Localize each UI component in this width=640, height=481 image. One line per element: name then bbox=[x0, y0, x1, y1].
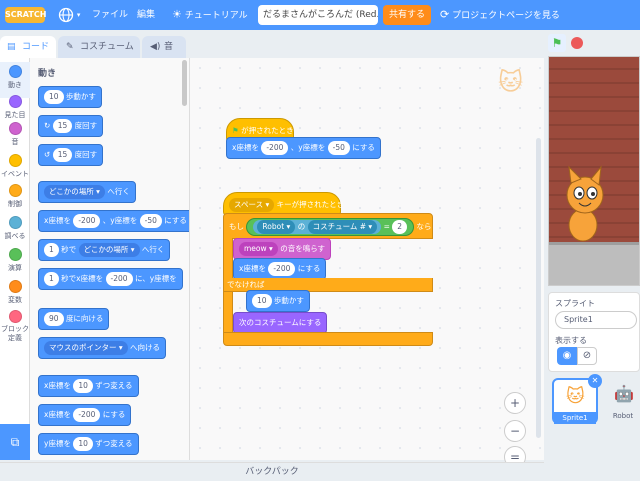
tutorial-menu[interactable]: ☀ チュートリアル bbox=[172, 0, 248, 30]
eye-icon: ◉ bbox=[562, 350, 572, 361]
green-flag-icon: ⚑ bbox=[551, 36, 563, 50]
zoom-in-button[interactable]: + bbox=[504, 392, 526, 414]
category-dot bbox=[8, 122, 22, 135]
sprite-thumb-sprite1[interactable]: 🐱 Sprite1 ✕ bbox=[552, 374, 602, 424]
sprite-watermark-icon: 🐱 bbox=[498, 68, 524, 96]
block-glide-to[interactable]: 1 秒で どこかの場所 ▾ へ行く bbox=[38, 239, 171, 261]
eye-slash-icon: ⊘ bbox=[582, 350, 592, 361]
sprite-thumb-robot[interactable]: 🤖 Robot bbox=[606, 378, 640, 424]
green-flag-button[interactable]: ⚑ bbox=[548, 34, 566, 52]
category-dot bbox=[8, 95, 22, 108]
block-glide-xy[interactable]: 1 秒でx座標を -200 に、y座標を bbox=[38, 268, 183, 290]
backpack-bar[interactable]: バックパック bbox=[0, 462, 544, 480]
block-change-x[interactable]: x座標を 10 ずつ変える bbox=[38, 375, 139, 397]
sprite-label: スプライト bbox=[555, 299, 595, 308]
trash-icon[interactable]: ✕ bbox=[588, 374, 602, 388]
condition-equals[interactable]: Robot ▾ の コスチューム # ▾ = 2 bbox=[246, 218, 415, 236]
sprite-info-panel: スプライト Sprite1 表示する ◉ ⊘ bbox=[548, 292, 640, 372]
category-dot bbox=[8, 154, 22, 167]
block-turn-right[interactable]: ↻ 15 度回す bbox=[38, 115, 104, 137]
block-set-x[interactable]: x座標を -200 にする bbox=[38, 404, 132, 426]
tab-code[interactable]: ▤ コード bbox=[0, 36, 56, 58]
sprite-thumb-label: Robot bbox=[612, 412, 634, 420]
brush-icon: ✎ bbox=[66, 42, 74, 52]
category-events[interactable]: イベント bbox=[0, 154, 30, 179]
category-motion[interactable]: 動き bbox=[0, 62, 30, 98]
category-variables[interactable]: 変数 bbox=[0, 280, 30, 305]
rotate-left-icon: ↺ bbox=[44, 150, 51, 159]
block-move-script[interactable]: 10 歩動かす bbox=[246, 290, 310, 312]
tutorial-label: チュートリアル bbox=[184, 11, 248, 21]
stop-button[interactable] bbox=[571, 37, 583, 49]
category-control[interactable]: 制御 bbox=[0, 184, 30, 209]
tab-costumes[interactable]: ✎ コスチューム bbox=[58, 36, 140, 58]
category-dot bbox=[8, 65, 22, 78]
block-goto[interactable]: どこかの場所 ▾ へ行く bbox=[38, 181, 136, 203]
palette-heading: 動き bbox=[38, 69, 57, 79]
tab-costumes-label: コスチューム bbox=[80, 42, 134, 52]
tab-sounds-label: 音 bbox=[164, 42, 174, 52]
lightbulb-icon: ☀ bbox=[172, 8, 182, 21]
sprite-thumb-label: Sprite1 bbox=[554, 412, 596, 424]
sprite-name-input[interactable]: Sprite1 bbox=[555, 311, 637, 329]
category-menu: 動き 見た目 音 イベント 制御 調べる 演算 変数 ブロック定義 bbox=[0, 58, 30, 424]
speaker-icon: ◀) bbox=[150, 42, 161, 52]
category-sound[interactable]: 音 bbox=[0, 122, 30, 147]
tab-code-label: コード bbox=[22, 42, 50, 52]
stage-header: ⚑ bbox=[544, 30, 640, 56]
category-operators[interactable]: 演算 bbox=[0, 248, 30, 273]
category-dot bbox=[8, 216, 22, 229]
category-my-blocks[interactable]: ブロック定義 bbox=[0, 310, 30, 343]
scratch-logo[interactable]: SCRATCH bbox=[5, 7, 46, 23]
category-dot bbox=[8, 184, 22, 197]
stage-backdrop bbox=[549, 57, 639, 285]
block-goto-xy-script[interactable]: x座標を -200 、y座標を -50 にする bbox=[226, 137, 381, 159]
extension-icon: ⧉ bbox=[10, 435, 20, 449]
sprite-list: 🐱 Sprite1 ✕ 🤖 Robot bbox=[548, 374, 640, 460]
script-scrollbar[interactable] bbox=[536, 138, 541, 438]
stage[interactable] bbox=[548, 56, 640, 286]
block-next-costume[interactable]: 次のコスチュームにする bbox=[233, 312, 328, 334]
share-button[interactable]: 共有する bbox=[383, 5, 431, 25]
category-dot bbox=[8, 310, 22, 323]
rotate-right-icon: ↻ bbox=[44, 121, 51, 130]
block-set-x-script[interactable]: x座標を -200 にする bbox=[233, 258, 327, 280]
add-extension-button[interactable]: ⧉ bbox=[0, 424, 30, 460]
category-dot bbox=[8, 280, 22, 293]
tab-sounds[interactable]: ◀) 音 bbox=[142, 36, 186, 58]
globe-icon[interactable]: ▾ bbox=[58, 0, 80, 30]
zoom-out-button[interactable]: − bbox=[504, 420, 526, 442]
file-menu[interactable]: ファイル bbox=[92, 0, 128, 30]
category-looks[interactable]: 見た目 bbox=[0, 95, 30, 120]
block-if-else[interactable]: もし Robot ▾ の コスチューム # ▾ = 2 なら bbox=[223, 213, 433, 239]
cat-thumb-icon: 🐱 bbox=[566, 386, 585, 407]
hide-sprite-button[interactable]: ⊘ bbox=[577, 347, 597, 365]
category-sensing[interactable]: 調べる bbox=[0, 216, 30, 241]
block-move-steps[interactable]: 10 歩動かす bbox=[38, 86, 102, 108]
if-else-bottom bbox=[223, 332, 433, 346]
block-goto-xy[interactable]: x座標を -200 、y座標を -50 にする bbox=[38, 210, 189, 232]
project-page-button[interactable]: ⟳ プロジェクトページを見る bbox=[440, 0, 560, 30]
robot-thumb-icon: 🤖 bbox=[614, 384, 634, 403]
block-play-sound[interactable]: meow ▾ の音を鳴らす bbox=[233, 238, 332, 260]
green-flag-icon: ⚑ bbox=[232, 126, 239, 135]
category-dot bbox=[8, 248, 22, 261]
edit-menu[interactable]: 編集 bbox=[137, 0, 155, 30]
sensing-of[interactable]: Robot ▾ の コスチューム # ▾ bbox=[253, 220, 382, 234]
block-point-towards[interactable]: マウスのポインター ▾ へ向ける bbox=[38, 337, 167, 359]
menu-bar: SCRATCH ▾ ファイル 編集 ☀ チュートリアル だるまさんがころんだ (… bbox=[0, 0, 640, 30]
refresh-icon: ⟳ bbox=[440, 8, 450, 21]
block-turn-left[interactable]: ↺ 15 度回す bbox=[38, 144, 104, 166]
block-change-y[interactable]: y座標を 10 ずつ変える bbox=[38, 433, 139, 455]
code-icon: ▤ bbox=[7, 42, 16, 52]
block-point-direction[interactable]: 90 度に向ける bbox=[38, 308, 110, 330]
palette-scrollbar[interactable] bbox=[182, 60, 187, 106]
show-sprite-button[interactable]: ◉ bbox=[557, 347, 577, 365]
show-label: 表示する bbox=[555, 336, 587, 345]
script-area[interactable]: ⚑ が押されたとき x座標を -200 、y座標を -50 にする スペース ▾… bbox=[190, 58, 544, 468]
block-palette: 動き 10 歩動かす ↻ 15 度回す ↺ 15 度回す どこかの場所 ▾ へ行… bbox=[30, 58, 190, 460]
project-page-label: プロジェクトページを見る bbox=[452, 11, 560, 21]
project-title-input[interactable]: だるまさんがころんだ (Red... bbox=[258, 5, 378, 25]
